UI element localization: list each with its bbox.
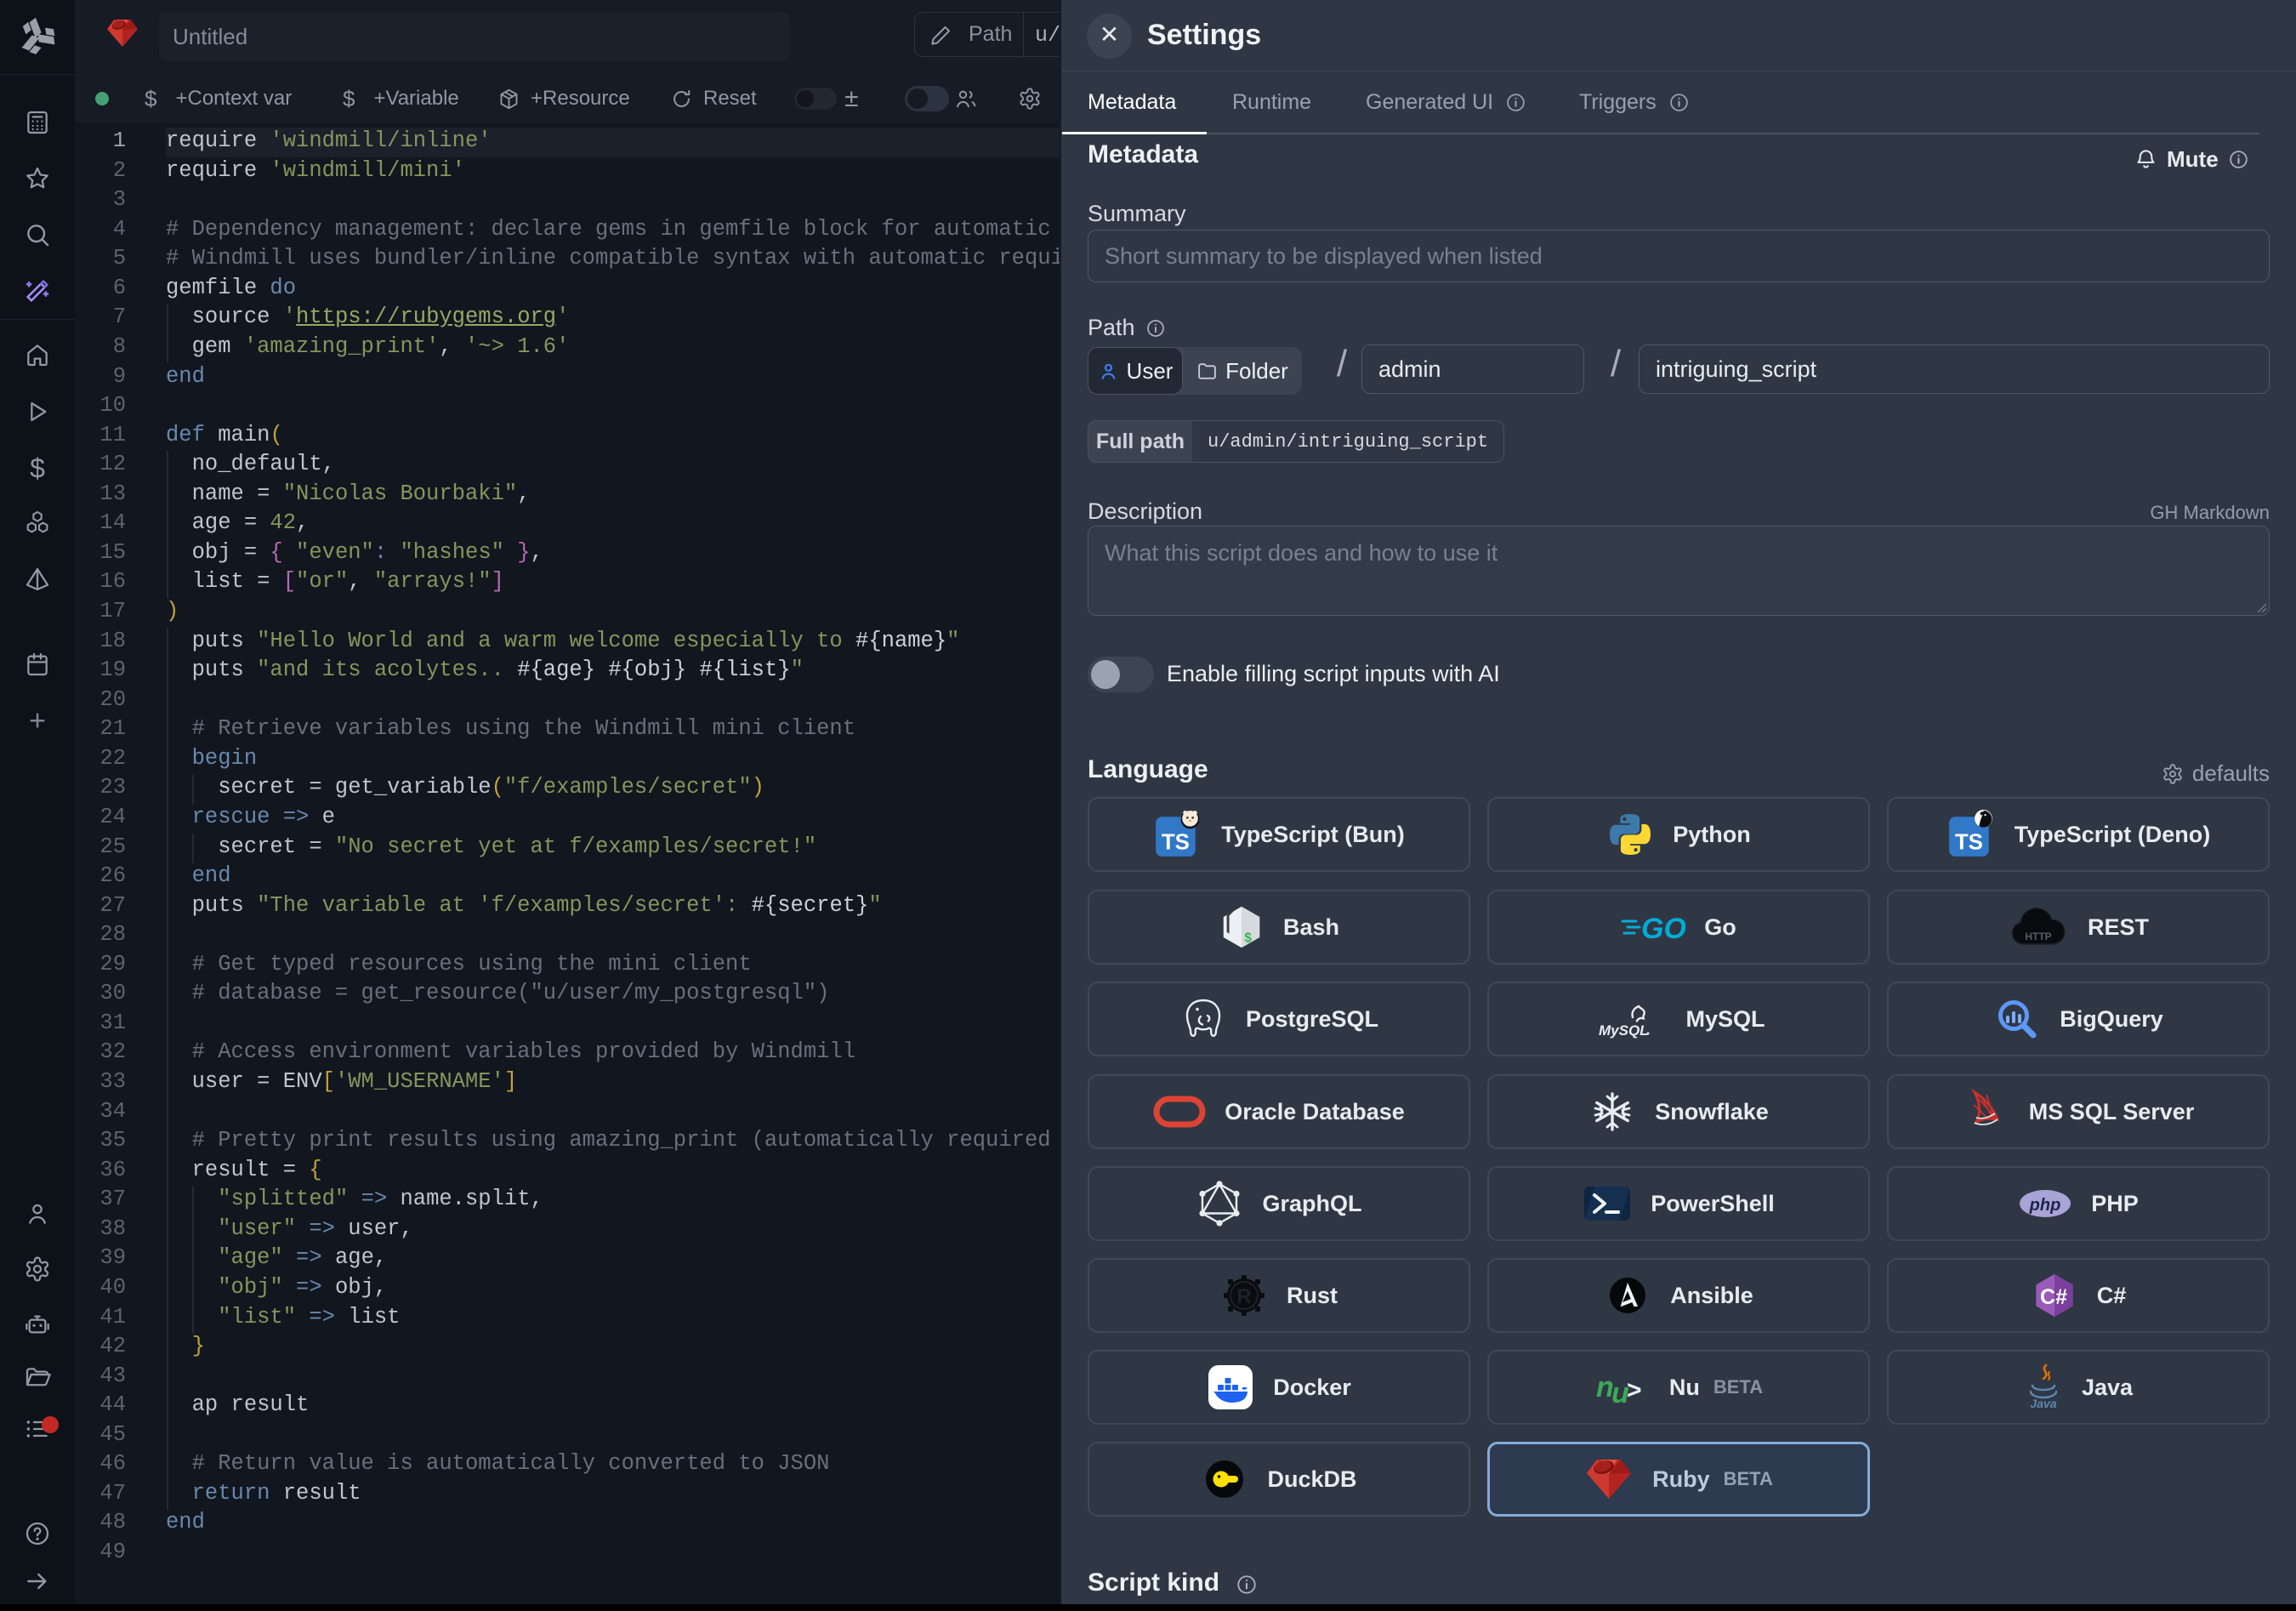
svg-text:TS: TS — [1162, 831, 1190, 855]
svg-text:TS: TS — [1955, 831, 1983, 855]
svg-text:MySQL: MySQL — [1599, 1022, 1649, 1039]
svg-text:Java: Java — [2030, 1397, 2056, 1410]
svg-text:php: php — [2029, 1196, 2061, 1215]
svg-text:GO: GO — [1641, 913, 1685, 945]
svg-text:R: R — [1236, 1285, 1251, 1308]
svg-text:>: > — [1627, 1376, 1642, 1404]
svg-text:C#: C# — [2040, 1285, 2067, 1309]
svg-text:HTTP: HTTP — [2025, 931, 2051, 942]
svg-text:$: $ — [1244, 931, 1252, 945]
